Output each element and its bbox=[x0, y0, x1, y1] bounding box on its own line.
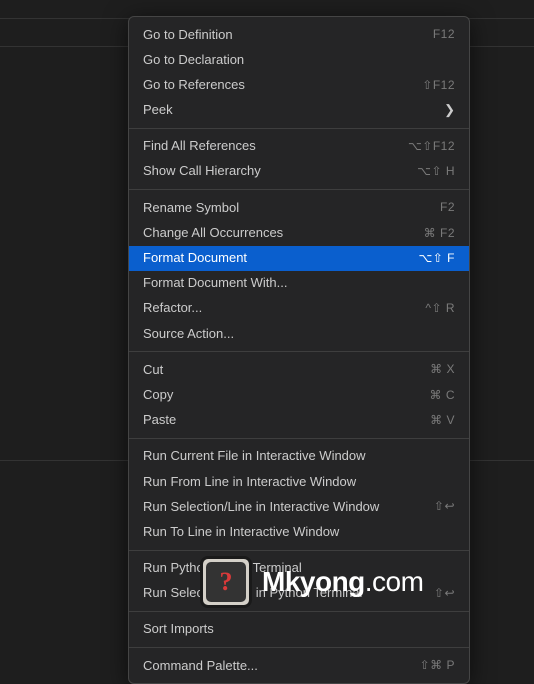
watermark-logo-icon: ? bbox=[200, 556, 252, 608]
menu-item-show-call-hierarchy[interactable]: Show Call Hierarchy ⌥⇧ H bbox=[129, 159, 469, 184]
menu-item-shortcut: ⇧↩ bbox=[434, 498, 455, 515]
menu-item-go-to-references[interactable]: Go to References ⇧F12 bbox=[129, 72, 469, 97]
menu-item-shortcut: ⇧⌘ P bbox=[420, 657, 455, 674]
menu-item-label: Peek bbox=[143, 101, 432, 119]
menu-item-go-to-declaration[interactable]: Go to Declaration bbox=[129, 47, 469, 72]
menu-separator bbox=[129, 128, 469, 129]
menu-item-label: Run To Line in Interactive Window bbox=[143, 523, 455, 541]
menu-item-label: Refactor... bbox=[143, 299, 413, 317]
menu-item-label: Paste bbox=[143, 411, 418, 429]
menu-item-source-action[interactable]: Source Action... bbox=[129, 321, 469, 346]
menu-item-run-selection-line-in-interactive-window[interactable]: Run Selection/Line in Interactive Window… bbox=[129, 494, 469, 519]
watermark-text-bold: Mkyong bbox=[262, 566, 365, 597]
menu-separator bbox=[129, 647, 469, 648]
menu-item-label: Rename Symbol bbox=[143, 199, 428, 217]
menu-item-run-to-line-in-interactive-window[interactable]: Run To Line in Interactive Window bbox=[129, 519, 469, 544]
menu-item-label: Run Current File in Interactive Window bbox=[143, 447, 455, 465]
menu-item-label: Change All Occurrences bbox=[143, 224, 412, 242]
menu-item-shortcut: F12 bbox=[433, 26, 455, 43]
menu-item-label: Run From Line in Interactive Window bbox=[143, 473, 455, 491]
menu-item-run-from-line-in-interactive-window[interactable]: Run From Line in Interactive Window bbox=[129, 469, 469, 494]
menu-item-label: Go to References bbox=[143, 76, 410, 94]
menu-item-shortcut: ⌘ C bbox=[430, 387, 456, 404]
menu-item-label: Show Call Hierarchy bbox=[143, 162, 405, 180]
chevron-right-icon: ❯ bbox=[444, 101, 455, 119]
menu-item-label: Cut bbox=[143, 361, 418, 379]
menu-separator bbox=[129, 611, 469, 612]
menu-item-format-document-with[interactable]: Format Document With... bbox=[129, 271, 469, 296]
menu-separator bbox=[129, 550, 469, 551]
menu-item-go-to-definition[interactable]: Go to Definition F12 bbox=[129, 22, 469, 47]
menu-item-label: Source Action... bbox=[143, 325, 455, 343]
watermark: ? Mkyong.com bbox=[200, 556, 423, 608]
menu-separator bbox=[129, 189, 469, 190]
menu-item-cut[interactable]: Cut ⌘ X bbox=[129, 357, 469, 382]
menu-item-shortcut: ⌥⇧ H bbox=[417, 163, 455, 180]
menu-item-shortcut: ⇧↩ bbox=[434, 585, 455, 602]
menu-item-shortcut: ⇧F12 bbox=[422, 77, 455, 94]
menu-item-label: Command Palette... bbox=[143, 657, 408, 675]
menu-item-shortcut: ⌥⇧F12 bbox=[408, 138, 455, 155]
watermark-text-thin: .com bbox=[365, 566, 424, 597]
menu-item-label: Go to Declaration bbox=[143, 51, 455, 69]
menu-item-label: Find All References bbox=[143, 137, 396, 155]
menu-item-label: Format Document bbox=[143, 249, 406, 267]
menu-item-shortcut: ⌘ F2 bbox=[424, 225, 455, 242]
menu-item-shortcut: F2 bbox=[440, 199, 455, 216]
menu-item-shortcut: ⌘ X bbox=[430, 361, 455, 378]
menu-item-rename-symbol[interactable]: Rename Symbol F2 bbox=[129, 195, 469, 220]
menu-item-label: Copy bbox=[143, 386, 418, 404]
menu-item-refactor[interactable]: Refactor... ^⇧ R bbox=[129, 296, 469, 321]
menu-item-paste[interactable]: Paste ⌘ V bbox=[129, 408, 469, 433]
menu-item-label: Go to Definition bbox=[143, 26, 421, 44]
menu-item-find-all-references[interactable]: Find All References ⌥⇧F12 bbox=[129, 134, 469, 159]
menu-item-shortcut: ⌥⇧ F bbox=[418, 250, 455, 267]
menu-item-run-current-file-in-interactive-window[interactable]: Run Current File in Interactive Window bbox=[129, 444, 469, 469]
menu-item-command-palette[interactable]: Command Palette... ⇧⌘ P bbox=[129, 653, 469, 678]
menu-item-copy[interactable]: Copy ⌘ C bbox=[129, 382, 469, 407]
watermark-text: Mkyong.com bbox=[262, 566, 423, 598]
menu-item-label: Run Selection/Line in Interactive Window bbox=[143, 498, 422, 516]
menu-item-label: Format Document With... bbox=[143, 274, 455, 292]
menu-item-peek[interactable]: Peek ❯ bbox=[129, 98, 469, 123]
menu-item-change-all-occurrences[interactable]: Change All Occurrences ⌘ F2 bbox=[129, 220, 469, 245]
menu-item-shortcut: ^⇧ R bbox=[425, 300, 455, 317]
menu-separator bbox=[129, 438, 469, 439]
menu-item-format-document[interactable]: Format Document ⌥⇧ F bbox=[129, 246, 469, 271]
menu-item-shortcut: ⌘ V bbox=[430, 412, 455, 429]
watermark-question-icon: ? bbox=[206, 562, 246, 602]
menu-item-sort-imports[interactable]: Sort Imports bbox=[129, 617, 469, 642]
menu-separator bbox=[129, 351, 469, 352]
